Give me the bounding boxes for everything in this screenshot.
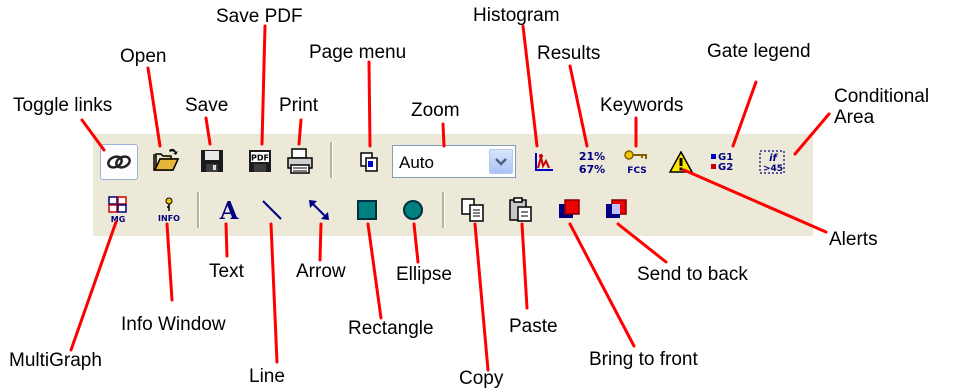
callout-gate-legend: Gate legend — [707, 41, 811, 62]
callout-toggle-links: Toggle links — [13, 95, 113, 116]
callout-save: Save — [185, 95, 229, 116]
callout-save-pdf: Save PDF — [216, 6, 303, 27]
callout-rectangle: Rectangle — [348, 318, 434, 339]
callout-conditional-area-line2: Area — [834, 107, 875, 128]
callout-info-window: Info Window — [121, 314, 226, 335]
callout-send-to-back: Send to back — [637, 264, 748, 285]
callout-conditional-area-line1: Conditional — [834, 86, 930, 107]
callout-ellipse: Ellipse — [396, 264, 452, 285]
callout-zoom: Zoom — [411, 100, 460, 121]
callout-open: Open — [120, 46, 167, 67]
callout-bring-to-front: Bring to front — [589, 349, 698, 370]
callout-histogram: Histogram — [473, 5, 560, 26]
callout-page-menu: Page menu — [309, 42, 407, 63]
callout-results: Results — [537, 43, 601, 64]
callout-print: Print — [279, 95, 319, 116]
callout-copy: Copy — [459, 368, 504, 389]
callout-alerts: Alerts — [829, 229, 878, 250]
callout-text: Text — [209, 261, 244, 282]
callout-paste: Paste — [509, 316, 558, 337]
callout-keywords: Keywords — [600, 95, 684, 116]
callout-multigraph: MultiGraph — [9, 350, 102, 371]
callout-line: Line — [249, 366, 285, 387]
callout-arrow: Arrow — [296, 261, 346, 282]
